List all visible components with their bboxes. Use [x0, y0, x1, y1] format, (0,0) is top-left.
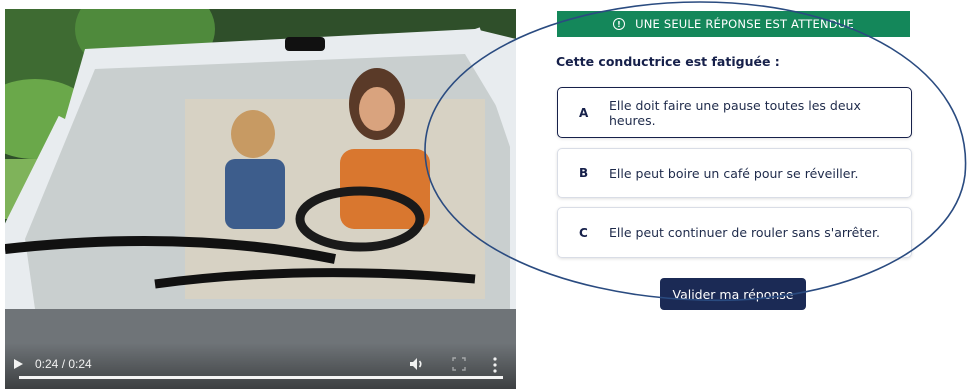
option-text: Elle doit faire une pause toutes les deu… [609, 97, 861, 128]
answer-option-c[interactable]: C Elle peut continuer de rouler sans s'a… [557, 207, 912, 258]
play-icon[interactable] [14, 359, 23, 369]
option-text: Elle peut boire un café pour se réveille… [609, 165, 859, 181]
video-progress-bar[interactable] [19, 376, 503, 379]
video-frame [5, 9, 516, 389]
validate-answer-button[interactable]: Valider ma réponse [660, 278, 806, 310]
question-text: Cette conductrice est fatiguée : [556, 54, 780, 69]
video-player[interactable]: 0:24 / 0:24 [5, 9, 516, 389]
volume-icon[interactable] [408, 355, 426, 373]
info-icon: ! [613, 18, 626, 30]
video-controls: 0:24 / 0:24 [5, 343, 516, 389]
option-letter: B [579, 166, 589, 180]
answer-option-a[interactable]: A Elle doit faire une pause toutes les d… [557, 87, 912, 138]
option-text: Elle peut continuer de rouler sans s'arr… [609, 225, 880, 240]
option-letter: A [579, 105, 589, 120]
option-letter: C [579, 225, 588, 240]
single-answer-banner: ! UNE SEULE RÉPONSE EST ATTENDUE [557, 11, 910, 37]
answer-option-b[interactable]: B Elle peut boire un café pour se réveil… [557, 148, 912, 198]
fullscreen-icon[interactable] [452, 357, 466, 371]
more-options-icon[interactable] [491, 356, 499, 374]
banner-text: UNE SEULE RÉPONSE EST ATTENDUE [635, 17, 854, 31]
time-display: 0:24 / 0:24 [35, 357, 92, 371]
video-progress-fill [19, 376, 503, 379]
